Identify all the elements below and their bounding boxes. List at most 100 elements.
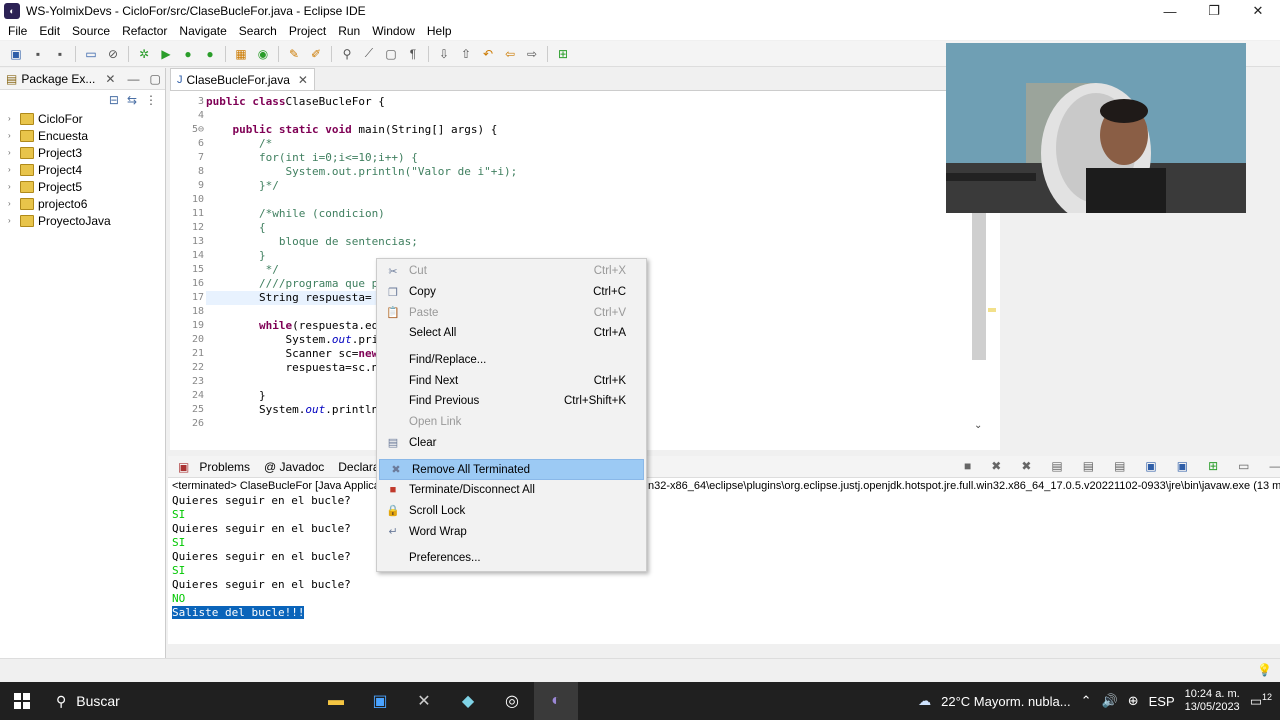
menu-item-preferences[interactable]: Preferences... [377, 548, 646, 569]
new-console-icon[interactable]: ▭ [1234, 459, 1253, 473]
menu-item-find-replace[interactable]: Find/Replace... [377, 350, 646, 371]
minimize-view-icon[interactable]: — [127, 72, 139, 86]
minimize-button[interactable]: — [1148, 0, 1192, 22]
menu-item-clear[interactable]: ▤ Clear [377, 433, 646, 454]
code-line[interactable] [206, 193, 517, 207]
remove-launch-icon[interactable]: ✖ [987, 459, 1005, 473]
new-icon[interactable]: ▣ [6, 45, 26, 63]
tree-project-item[interactable]: › projecto6 [0, 195, 165, 212]
last-edit-icon[interactable]: ↶ [478, 45, 498, 63]
code-line[interactable] [206, 109, 517, 123]
code-line[interactable]: /* [206, 137, 517, 151]
code-line[interactable]: { [206, 221, 517, 235]
language-indicator[interactable]: ESP [1149, 694, 1175, 709]
skip-breakpoints-icon[interactable]: ⊘ [103, 45, 123, 63]
tree-project-item[interactable]: › Project3 [0, 144, 165, 161]
scroll-down-icon[interactable]: ⌄ [974, 420, 982, 431]
eclipse-app-icon[interactable]: ◐ [534, 682, 578, 720]
console-output[interactable]: Quieres seguir en el bucle? SI Quieres seg… [168, 494, 1280, 644]
tab-javadoc[interactable]: @ Javadoc [260, 460, 328, 474]
menu-source[interactable]: Source [66, 24, 116, 38]
obs-app-icon[interactable]: ◎ [490, 682, 534, 720]
menu-item-word-wrap[interactable]: ↵ Word Wrap [377, 521, 646, 542]
editor-vertical-scrollbar[interactable] [972, 200, 986, 360]
word-wrap-icon[interactable]: ▤ [1079, 459, 1098, 473]
menu-item-find-next[interactable]: Find Next Ctrl+K [377, 370, 646, 391]
search-tool-icon[interactable]: ✐ [306, 45, 326, 63]
taskbar-search[interactable]: ⚲ Buscar [44, 682, 314, 720]
tools-app-icon[interactable]: ✕ [402, 682, 446, 720]
editor-tab[interactable]: J ClaseBucleFor.java ✕ [170, 68, 315, 90]
forward-icon[interactable]: ⇨ [522, 45, 542, 63]
tree-project-item[interactable]: › CicloFor [0, 110, 165, 127]
chevron-up-icon[interactable]: ⌃ [1081, 693, 1092, 709]
view-menu-icon[interactable]: ⋮ [145, 93, 157, 107]
terminate-icon[interactable]: ■ [960, 459, 975, 473]
volume-icon[interactable]: 🔊 [1102, 693, 1118, 709]
prev-annotation-icon[interactable]: ⇧ [456, 45, 476, 63]
whitespace-icon[interactable]: ¶ [403, 45, 423, 63]
tab-problems[interactable]: Problems [195, 460, 254, 474]
close-button[interactable]: ✕ [1236, 0, 1280, 22]
external-tools-icon[interactable]: ● [200, 45, 220, 63]
expand-arrow-icon[interactable]: › [8, 114, 18, 123]
expand-arrow-icon[interactable]: › [8, 216, 18, 225]
code-line[interactable]: for(int i=0;i<=10;i++) { [206, 151, 517, 165]
scroll-lock-icon[interactable]: ▤ [1047, 459, 1066, 473]
menu-navigate[interactable]: Navigate [173, 24, 232, 38]
expand-arrow-icon[interactable]: › [8, 131, 18, 140]
menu-refactor[interactable]: Refactor [116, 24, 173, 38]
next-annotation-icon[interactable]: ⇩ [434, 45, 454, 63]
menu-edit[interactable]: Edit [33, 24, 66, 38]
coverage-icon[interactable]: ● [178, 45, 198, 63]
file-explorer-app-icon[interactable]: ▬ [314, 682, 358, 720]
clock[interactable]: 10:24 a. m. 13/05/2023 [1185, 688, 1240, 714]
menu-item-remove-all-terminated[interactable]: ✖ Remove All Terminated [379, 459, 644, 480]
annotation-icon[interactable]: ⚲ [337, 45, 357, 63]
tree-project-item[interactable]: › ProyectoJava [0, 212, 165, 229]
expand-arrow-icon[interactable]: › [8, 199, 18, 208]
menu-window[interactable]: Window [366, 24, 421, 38]
menu-item-scroll-lock[interactable]: 🔒 Scroll Lock [377, 501, 646, 522]
collapse-all-icon[interactable]: ⊟ [109, 93, 119, 107]
menu-item-select-all[interactable]: Select All Ctrl+A [377, 323, 646, 344]
restore-button[interactable]: ❐ [1192, 0, 1236, 22]
package-explorer-tab[interactable]: ▤ Package Ex... ✕ — ▢ [0, 68, 165, 90]
open-console-icon[interactable]: ⊞ [1204, 459, 1222, 473]
maximize-view-icon[interactable]: ▢ [149, 72, 160, 86]
terminal-icon[interactable]: ▭ [81, 45, 101, 63]
open-perspective-icon[interactable]: ⊞ [553, 45, 573, 63]
menu-item-copy[interactable]: ❐ Copy Ctrl+C [377, 282, 646, 303]
toggle-mark-icon[interactable]: ⟋ [359, 45, 379, 63]
overview-marker[interactable] [988, 308, 996, 312]
new-package-icon[interactable]: ▦ [231, 45, 251, 63]
minimize-panel-icon[interactable]: — [1266, 459, 1280, 473]
menu-help[interactable]: Help [421, 24, 458, 38]
tree-project-item[interactable]: › Encuesta [0, 127, 165, 144]
close-tab-icon[interactable]: ✕ [298, 73, 308, 87]
remove-all-terminated-icon[interactable]: ✖ [1017, 459, 1035, 473]
block-selection-icon[interactable]: ▢ [381, 45, 401, 63]
menu-search[interactable]: Search [233, 24, 283, 38]
menu-file[interactable]: File [2, 24, 33, 38]
menu-run[interactable]: Run [332, 24, 366, 38]
close-icon[interactable]: ✕ [105, 72, 115, 86]
save-icon[interactable]: ▪ [28, 45, 48, 63]
code-line[interactable]: }*/ [206, 179, 517, 193]
save-all-icon[interactable]: ▪ [50, 45, 70, 63]
menu-item-terminate-disconnect-all[interactable]: ■ Terminate/Disconnect All [377, 480, 646, 501]
code-line[interactable]: System.out.println("Valor de i"+i); [206, 165, 517, 179]
show-stdout-icon[interactable]: ▤ [1110, 459, 1129, 473]
code-line[interactable]: /*while (condicion) [206, 207, 517, 221]
open-type-icon[interactable]: ✎ [284, 45, 304, 63]
code-line[interactable]: public static void main(String[] args) { [206, 123, 517, 137]
menu-item-find-previous[interactable]: Find Previous Ctrl+Shift+K [377, 391, 646, 412]
debug-icon[interactable]: ✲ [134, 45, 154, 63]
store-app-icon[interactable]: ▣ [358, 682, 402, 720]
new-class-icon[interactable]: ◉ [253, 45, 273, 63]
weather-text[interactable]: 22°C Mayorm. nubla... [941, 694, 1070, 709]
menu-project[interactable]: Project [283, 24, 332, 38]
link-editor-icon[interactable]: ⇆ [127, 93, 137, 107]
notepad-app-icon[interactable]: ◆ [446, 682, 490, 720]
display-console-icon[interactable]: ▣ [1173, 459, 1192, 473]
